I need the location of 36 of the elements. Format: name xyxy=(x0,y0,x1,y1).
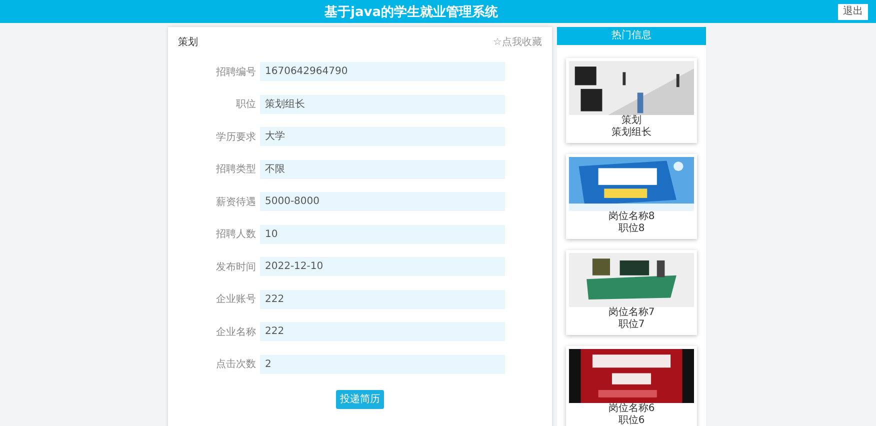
job-card[interactable]: 策划 策划组长 xyxy=(566,58,697,143)
logout-button[interactable]: 退出 xyxy=(838,4,868,20)
field-value: 2 xyxy=(260,354,505,374)
job-card[interactable]: 岗位名称7 职位7 xyxy=(566,250,697,335)
job-position: 策划组长 xyxy=(612,127,652,139)
sidebar-title: 热门信息 xyxy=(557,27,706,45)
field-label: 职位 xyxy=(235,98,257,111)
field-label: 企业名称 xyxy=(215,326,257,338)
job-title: 策划 xyxy=(622,115,642,126)
job-title: 岗位名称8 xyxy=(608,211,655,223)
field-value: 不限 xyxy=(260,160,505,178)
detail-title: 策划 xyxy=(178,36,198,49)
field-value: 2022-12-10 xyxy=(260,257,505,276)
job-card[interactable]: 岗位名称6 职位6 xyxy=(566,346,697,426)
job-position: 职位8 xyxy=(618,223,645,235)
field-value: 222 xyxy=(260,290,505,308)
job-position: 职位6 xyxy=(618,415,645,426)
field-label: 招聘类型 xyxy=(215,162,257,176)
site-title: 基于java的学生就业管理系统 xyxy=(324,4,498,20)
field-label: 招聘人数 xyxy=(215,228,257,241)
field-label: 企业账号 xyxy=(215,292,257,306)
field-label: 招聘编号 xyxy=(215,66,257,78)
field-value: 大学 xyxy=(260,127,505,146)
field-label: 薪资待遇 xyxy=(215,196,257,208)
field-value: 1670642964790 xyxy=(260,62,505,81)
job-title: 岗位名称6 xyxy=(608,403,655,415)
field-value: 10 xyxy=(260,224,505,244)
field-value: 222 xyxy=(260,322,505,341)
field-label: 点击次数 xyxy=(215,358,257,371)
field-label: 学历要求 xyxy=(215,130,257,144)
field-label: 发布时间 xyxy=(215,260,257,274)
field-value: 策划组长 xyxy=(260,94,505,114)
job-position: 职位7 xyxy=(618,319,645,331)
field-value: 5000-8000 xyxy=(260,192,505,211)
job-title: 岗位名称7 xyxy=(608,307,655,319)
job-card[interactable]: 岗位名称8 职位8 xyxy=(566,154,697,239)
